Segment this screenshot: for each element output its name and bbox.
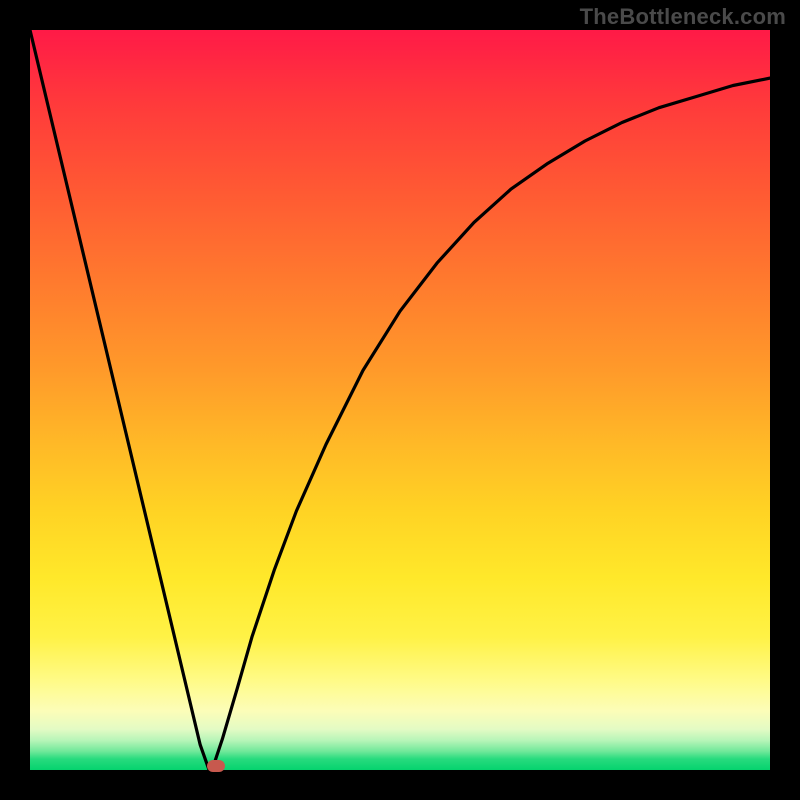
bottleneck-curve — [30, 30, 770, 770]
minimum-marker — [207, 760, 225, 772]
plot-area — [30, 30, 770, 770]
chart-frame: TheBottleneck.com — [0, 0, 800, 800]
watermark-text: TheBottleneck.com — [580, 4, 786, 30]
